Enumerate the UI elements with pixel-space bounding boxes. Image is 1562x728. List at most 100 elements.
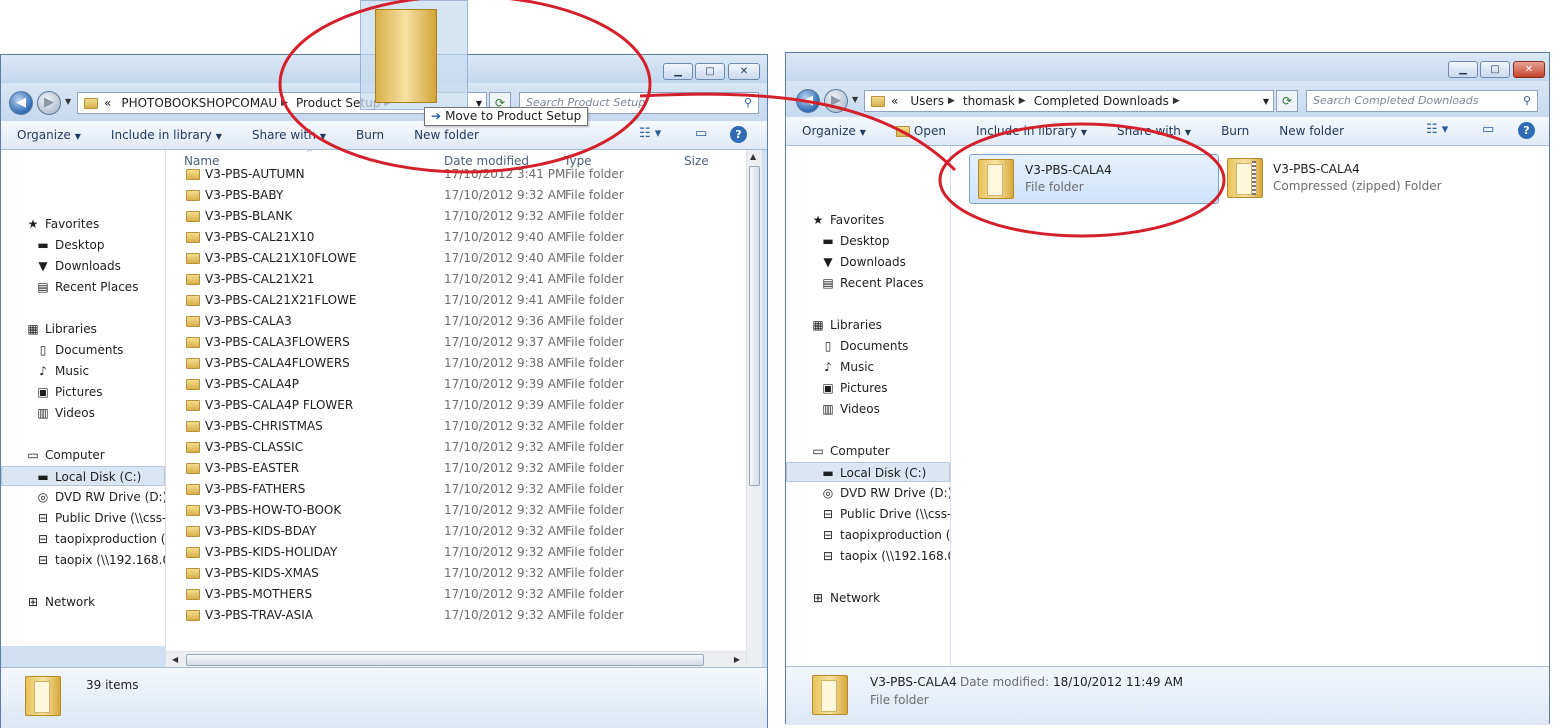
nav-local-disk[interactable]: ▬ Local Disk (C:) <box>1 466 165 486</box>
title-bar[interactable]: ▁ □ ✕ <box>786 53 1549 81</box>
chevron-right-icon[interactable]: ▶ <box>1173 96 1180 106</box>
new-folder-button[interactable]: New folder <box>414 128 479 142</box>
table-row[interactable]: V3-PBS-CALA4P 17/10/2012 9:39 AM File fold… <box>166 374 746 395</box>
nav-pictures[interactable]: ▣ Pictures <box>1 382 165 402</box>
table-row[interactable]: V3-PBS-TRAV-ASIA 17/10/2012 9:32 AM File f… <box>166 605 746 626</box>
new-folder-button[interactable]: New folder <box>1279 124 1344 138</box>
forward-button[interactable]: ▶ <box>37 91 61 115</box>
nav-favorites[interactable]: ★ Favorites <box>1 214 165 234</box>
recent-pages-dropdown[interactable]: ▼ <box>852 95 858 104</box>
nav-dvd-drive[interactable]: ◎DVD RW Drive (D:) C <box>786 483 950 503</box>
preview-pane-icon[interactable]: ▭ <box>695 126 707 141</box>
nav-network[interactable]: ⊞ Network <box>1 592 165 612</box>
nav-videos[interactable]: ▥ Videos <box>1 403 165 423</box>
nav-public-drive[interactable]: ⊟ Public Drive (\\css-s <box>1 508 165 528</box>
nav-dvd-drive[interactable]: ◎DVD RW Drive (D:) C <box>1 487 165 507</box>
include-in-library-button[interactable]: Include in library ▼ <box>111 128 222 142</box>
organize-button[interactable]: Organize ▼ <box>802 124 866 138</box>
burn-button[interactable]: Burn <box>356 128 384 142</box>
refresh-button[interactable]: ⟳ <box>1276 90 1298 112</box>
nav-libraries[interactable]: ▦ Libraries <box>1 319 165 339</box>
address-dropdown[interactable]: ▼ <box>1263 97 1269 106</box>
nav-taopixproduction[interactable]: ⊟ taopixproduction (\\ <box>1 529 165 549</box>
chevron-right-icon[interactable]: ▶ <box>281 98 288 108</box>
help-icon[interactable]: ? <box>1518 122 1535 139</box>
nav-libraries[interactable]: ▦ Libraries <box>786 315 950 335</box>
nav-network[interactable]: ⊞ Network <box>786 588 950 608</box>
table-row[interactable]: V3-PBS-KIDS-XMAS 17/10/2012 9:32 AM File f… <box>166 563 746 584</box>
nav-music[interactable]: ♪ Music <box>1 361 165 381</box>
nav-taopix[interactable]: ⊟taopix (\\192.168.0.7 <box>786 546 950 566</box>
close-button[interactable]: ✕ <box>728 63 760 80</box>
nav-videos[interactable]: ▥ Videos <box>786 399 950 419</box>
table-row[interactable]: V3-PBS-HOW-TO-BOOK 17/10/2012 9:32 AM File… <box>166 500 746 521</box>
nav-computer[interactable]: ▭ Computer <box>786 441 950 461</box>
maximize-button[interactable]: □ <box>1480 61 1510 78</box>
nav-taopixproduction[interactable]: ⊟ taopixproduction (\\ <box>786 525 950 545</box>
nav-downloads[interactable]: ▼ Downloads <box>786 252 950 272</box>
nav-local-disk[interactable]: ▬ Local Disk (C:) <box>786 462 950 482</box>
horizontal-scroll-thumb[interactable] <box>186 654 704 666</box>
table-row[interactable]: V3-PBS-CAL21X10FLOWE 17/10/2012 9:40 AM Fi… <box>166 248 746 269</box>
table-row[interactable]: V3-PBS-CHRISTMAS 17/10/2012 9:32 AM File f… <box>166 416 746 437</box>
table-row[interactable]: V3-PBS-BABY 17/10/2012 9:32 AM File folder <box>166 185 746 206</box>
close-button[interactable]: ✕ <box>1513 61 1545 78</box>
breadcrumb-completed-downloads[interactable]: Completed Downloads <box>1034 94 1169 108</box>
forward-button[interactable]: ▶ <box>824 89 848 113</box>
nav-public-drive[interactable]: ⊟ Public Drive (\\css-s <box>786 504 950 524</box>
search-icon[interactable]: ⚲ <box>1523 91 1531 111</box>
address-bar[interactable]: « Users ▶ thomask ▶ Completed Downloads … <box>864 90 1274 112</box>
minimize-button[interactable]: ▁ <box>663 63 693 80</box>
nav-desktop[interactable]: ▬ Desktop <box>786 231 950 251</box>
nav-recent-places[interactable]: ▤ Recent Places <box>1 277 165 297</box>
minimize-button[interactable]: ▁ <box>1448 61 1478 78</box>
nav-taopix[interactable]: ⊟taopix (\\192.168.0.7 <box>1 550 165 570</box>
nav-recent-places[interactable]: ▤ Recent Places <box>786 273 950 293</box>
nav-documents[interactable]: ▯ Documents <box>786 336 950 356</box>
back-button[interactable]: ◀ <box>796 89 820 113</box>
table-row[interactable]: V3-PBS-CALA3FLOWERS 17/10/2012 9:37 AM Fil… <box>166 332 746 353</box>
chevron-right-icon[interactable]: ▶ <box>948 96 955 106</box>
nav-downloads[interactable]: ▼ Downloads <box>1 256 165 276</box>
scroll-right-icon[interactable]: ▶ <box>734 655 740 664</box>
maximize-button[interactable]: □ <box>695 63 725 80</box>
vertical-scroll-thumb[interactable] <box>749 166 760 486</box>
breadcrumb-overflow[interactable]: « <box>104 96 111 110</box>
table-row[interactable]: V3-PBS-CALA3 17/10/2012 9:36 AM File folde… <box>166 311 746 332</box>
nav-music[interactable]: ♪ Music <box>786 357 950 377</box>
view-options-icon[interactable]: ☷ ▾ <box>639 126 661 141</box>
table-row[interactable]: V3-PBS-KIDS-BDAY 17/10/2012 9:32 AM File f… <box>166 521 746 542</box>
preview-pane-icon[interactable]: ▭ <box>1482 122 1494 137</box>
breadcrumb-photobookshop[interactable]: PHOTOBOOKSHOPCOMAU <box>121 96 277 110</box>
open-button[interactable]: Open <box>895 124 946 138</box>
breadcrumb-users[interactable]: Users <box>910 94 944 108</box>
search-icon[interactable]: ⚲ <box>744 93 752 113</box>
table-row[interactable]: V3-PBS-CLASSIC 17/10/2012 9:32 AM File fol… <box>166 437 746 458</box>
chevron-right-icon[interactable]: ▶ <box>1019 96 1026 106</box>
breadcrumb-thomask[interactable]: thomask <box>963 94 1015 108</box>
breadcrumb-overflow[interactable]: « <box>891 94 898 108</box>
table-row[interactable]: V3-PBS-MOTHERS 17/10/2012 9:32 AM File fol… <box>166 584 746 605</box>
scroll-up-icon[interactable]: ▲ <box>750 152 756 161</box>
scroll-left-icon[interactable]: ◀ <box>172 655 178 664</box>
table-row[interactable]: V3-PBS-CAL21X10 17/10/2012 9:40 AM File fo… <box>166 227 746 248</box>
organize-button[interactable]: Organize ▼ <box>17 128 81 142</box>
nav-pictures[interactable]: ▣ Pictures <box>786 378 950 398</box>
table-row[interactable]: V3-PBS-CALA4P FLOWER 17/10/2012 9:39 AM Fi… <box>166 395 746 416</box>
share-with-button[interactable]: Share with ▼ <box>252 128 326 142</box>
table-row[interactable]: V3-PBS-KIDS-HOLIDAY 17/10/2012 9:32 AM Fil… <box>166 542 746 563</box>
table-row[interactable]: V3-PBS-CALA4FLOWERS 17/10/2012 9:38 AM Fil… <box>166 353 746 374</box>
vertical-scrollbar[interactable]: ▲ ▼ <box>746 150 762 706</box>
nav-favorites[interactable]: ★ Favorites <box>786 210 950 230</box>
include-in-library-button[interactable]: Include in library ▼ <box>976 124 1087 138</box>
horizontal-scrollbar[interactable]: ◀ ▶ <box>166 651 746 668</box>
table-row[interactable]: V3-PBS-CAL21X21 17/10/2012 9:41 AM File fo… <box>166 269 746 290</box>
table-row[interactable]: V3-PBS-FATHERS 17/10/2012 9:32 AM File fol… <box>166 479 746 500</box>
table-row[interactable]: V3-PBS-BLANK 17/10/2012 9:32 AM File folde… <box>166 206 746 227</box>
back-button[interactable]: ◀ <box>9 91 33 115</box>
table-row[interactable]: V3-PBS-AUTUMN 17/10/2012 3:41 PM File fold… <box>166 164 746 185</box>
burn-button[interactable]: Burn <box>1221 124 1249 138</box>
table-row[interactable]: V3-PBS-CAL21X21FLOWE 17/10/2012 9:41 AM Fi… <box>166 290 746 311</box>
tile-folder-cala4[interactable]: V3-PBS-CALA4 File folder <box>969 154 1219 204</box>
search-input[interactable]: Search Completed Downloads ⚲ <box>1306 90 1538 112</box>
